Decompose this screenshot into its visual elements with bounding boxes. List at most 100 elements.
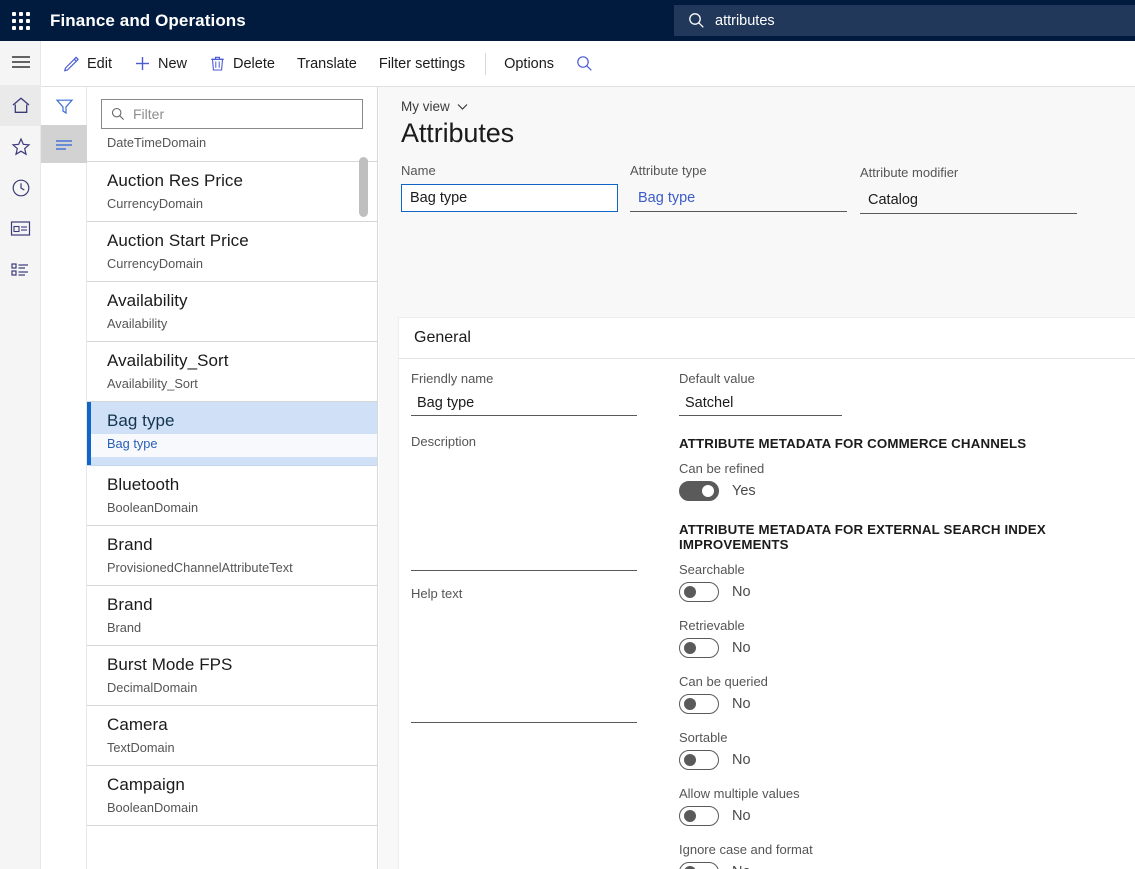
- list-item-title: Bluetooth: [107, 473, 377, 496]
- filter-placeholder: Filter: [133, 106, 164, 122]
- filter-settings-button[interactable]: Filter settings: [369, 48, 475, 80]
- toggle-searchable: Searchable No: [679, 562, 1109, 602]
- list-item[interactable]: Availability_Sort Availability_Sort: [87, 342, 377, 402]
- attribute-type-field-group: Attribute type Bag type: [630, 163, 847, 212]
- help-text-textarea[interactable]: [411, 605, 637, 723]
- nav-home[interactable]: [0, 85, 41, 126]
- attribute-modifier-label: Attribute modifier: [860, 165, 1077, 180]
- command-search-button[interactable]: [566, 48, 610, 80]
- list-item[interactable]: Availability Availability: [87, 282, 377, 342]
- name-input[interactable]: Bag type: [401, 184, 618, 212]
- attribute-list: DateTimeDomain Auction Res Price Currenc…: [87, 133, 377, 826]
- translate-button[interactable]: Translate: [287, 48, 367, 80]
- app-title: Finance and Operations: [50, 11, 246, 31]
- nav-workspaces[interactable]: [0, 208, 41, 249]
- toggle-switch[interactable]: [679, 862, 719, 869]
- list-item-subtitle: DateTimeDomain: [107, 133, 377, 152]
- list-item-subtitle: TextDomain: [107, 738, 377, 757]
- list-item[interactable]: Campaign BooleanDomain: [87, 766, 377, 826]
- toggle-can-be-queried: Can be queried No: [679, 674, 1109, 714]
- plus-icon: [134, 55, 151, 72]
- pencil-icon: [63, 55, 80, 72]
- friendly-name-field: Friendly name Bag type: [411, 371, 637, 416]
- view-selector[interactable]: My view: [401, 99, 468, 114]
- attribute-type-link[interactable]: Bag type: [630, 184, 847, 212]
- general-left-column: Friendly name Bag type Description Help …: [411, 371, 637, 723]
- translate-label: Translate: [297, 56, 357, 72]
- list-item-title: Burst Mode FPS: [107, 653, 377, 676]
- list-scrollbar-thumb[interactable]: [359, 157, 368, 217]
- toggle-switch[interactable]: [679, 694, 719, 714]
- toggle-can-be-refined: Can be refined Yes: [679, 461, 1109, 501]
- list-item[interactable]: Burst Mode FPS DecimalDomain: [87, 646, 377, 706]
- attribute-modifier-input[interactable]: Catalog: [860, 186, 1077, 214]
- filter-list-button[interactable]: [41, 125, 87, 163]
- friendly-name-input[interactable]: Bag type: [411, 390, 637, 416]
- list-item[interactable]: Brand ProvisionedChannelAttributeText: [87, 526, 377, 586]
- filter-settings-label: Filter settings: [379, 56, 465, 72]
- list-item-partial[interactable]: DateTimeDomain: [87, 133, 377, 162]
- toggle-line: No: [679, 862, 1109, 869]
- list-icon: [10, 261, 31, 278]
- toggle-label: Can be queried: [679, 674, 1109, 689]
- list-lines-icon: [54, 137, 74, 152]
- commerce-section-header: ATTRIBUTE METADATA FOR COMMERCE CHANNELS: [679, 436, 1109, 451]
- options-button[interactable]: Options: [494, 48, 564, 80]
- toggle-sortable: Sortable No: [679, 730, 1109, 770]
- toggle-switch[interactable]: [679, 582, 719, 602]
- toggle-line: No: [679, 582, 1109, 602]
- toggle-switch[interactable]: [679, 481, 719, 501]
- nav-menu-toggle[interactable]: [0, 41, 41, 82]
- list-item[interactable]: Camera TextDomain: [87, 706, 377, 766]
- list-item[interactable]: Bluetooth BooleanDomain: [87, 466, 377, 526]
- filter-funnel-button[interactable]: [41, 87, 87, 125]
- default-value-label: Default value: [679, 371, 1109, 386]
- list-item-subtitle: BooleanDomain: [107, 798, 377, 817]
- list-item-subtitle: DecimalDomain: [107, 678, 377, 697]
- default-value-input[interactable]: Satchel: [679, 390, 842, 416]
- nav-favorites[interactable]: [0, 126, 41, 167]
- description-textarea[interactable]: [411, 453, 637, 571]
- toggle-label: Searchable: [679, 562, 1109, 577]
- nav-recent[interactable]: [0, 167, 41, 208]
- list-item[interactable]: Auction Res Price CurrencyDomain: [87, 162, 377, 222]
- edit-button[interactable]: Edit: [53, 48, 122, 80]
- search-section-header: ATTRIBUTE METADATA FOR EXTERNAL SEARCH I…: [679, 522, 1109, 552]
- list-item-subtitle: BooleanDomain: [107, 498, 377, 517]
- nav-modules[interactable]: [0, 249, 41, 290]
- toggle-line: No: [679, 750, 1109, 770]
- list-item-selected[interactable]: Bag type Bag type: [87, 402, 377, 466]
- general-card-header[interactable]: General: [399, 318, 1135, 359]
- attribute-list-pane: Filter DateTimeDomain Auction Res Price …: [87, 87, 378, 869]
- toggle-switch[interactable]: [679, 750, 719, 770]
- list-item-title: Brand: [107, 533, 377, 556]
- general-card-title: General: [414, 329, 471, 347]
- toggle-knob: [684, 586, 696, 598]
- global-search-value: attributes: [715, 13, 775, 29]
- filter-input[interactable]: Filter: [101, 99, 363, 129]
- toggle-ignore-case-and-format: Ignore case and format No: [679, 842, 1109, 869]
- global-search-box[interactable]: attributes: [674, 5, 1135, 36]
- general-card: General Friendly name Bag type Descripti…: [398, 317, 1135, 869]
- default-value-field: Default value Satchel: [679, 371, 1109, 416]
- toggle-state: Yes: [732, 483, 756, 499]
- toggle-state: No: [732, 752, 751, 768]
- toggle-knob: [702, 485, 714, 497]
- left-col-spacer: [411, 416, 637, 434]
- list-item-subtitle: CurrencyDomain: [107, 194, 377, 213]
- new-button[interactable]: New: [124, 48, 197, 80]
- friendly-name-value: Bag type: [417, 395, 474, 411]
- list-item-subtitle: Brand: [107, 618, 377, 637]
- list-item-subtitle: ProvisionedChannelAttributeText: [107, 558, 377, 577]
- page-title: Attributes: [401, 118, 1135, 149]
- list-item[interactable]: Brand Brand: [87, 586, 377, 646]
- app-launcher-button[interactable]: [0, 0, 41, 41]
- toggle-switch[interactable]: [679, 806, 719, 826]
- attribute-type-value: Bag type: [638, 190, 695, 206]
- toggle-switch[interactable]: [679, 638, 719, 658]
- search-icon: [688, 12, 705, 29]
- left-col-spacer-2: [411, 571, 637, 586]
- name-field-group: Name Bag type: [401, 163, 618, 212]
- delete-button[interactable]: Delete: [199, 48, 285, 80]
- list-item[interactable]: Auction Start Price CurrencyDomain: [87, 222, 377, 282]
